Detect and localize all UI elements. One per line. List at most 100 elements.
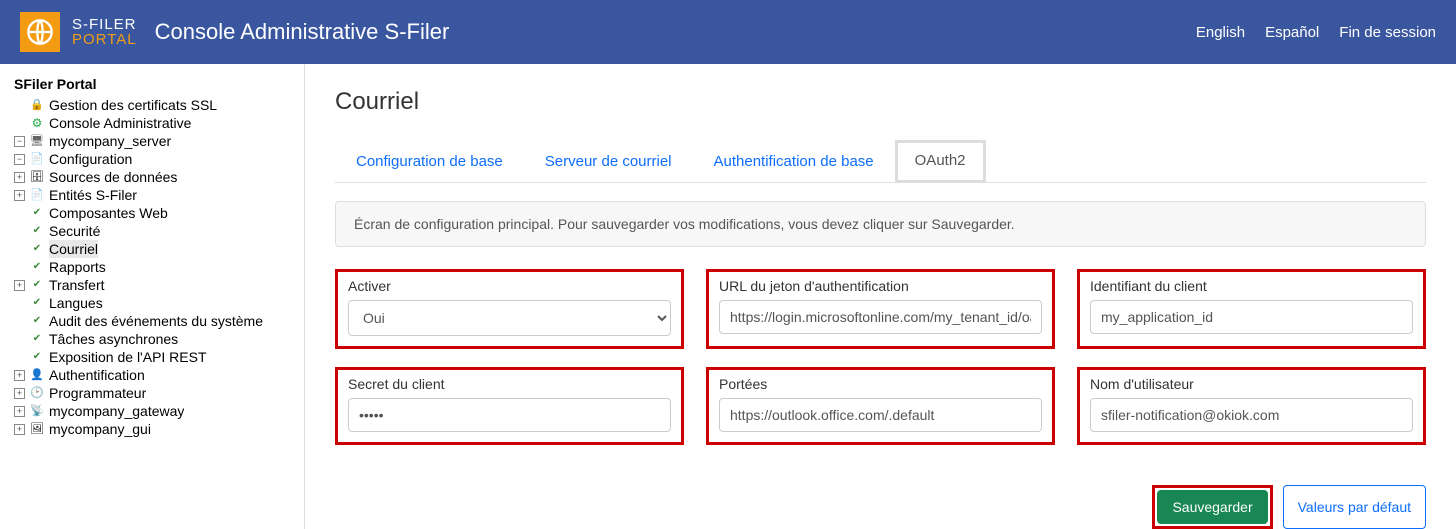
tree-item[interactable]: +mycompany_gateway [14,402,294,420]
tree-item[interactable]: −Configuration [14,150,294,168]
tree-item[interactable]: Securité [14,222,294,240]
check-icon [29,313,45,329]
tree-toggle-icon[interactable]: − [14,136,25,147]
tree-item-label: Composantes Web [49,204,168,222]
header-right: English Español Fin de session [1196,24,1436,41]
tree-item[interactable]: Gestion des certificats SSL [14,96,294,114]
save-highlight: Sauvegarder [1152,485,1272,529]
tree-toggle-icon [14,298,25,309]
logout-link[interactable]: Fin de session [1339,24,1436,41]
tree-item-label: Securité [49,222,100,240]
cert-icon [29,97,45,113]
form-actions: Sauvegarder Valeurs par défaut [335,485,1426,529]
tree-item-label: Tâches asynchrones [49,330,178,348]
defaults-button[interactable]: Valeurs par défaut [1283,485,1426,529]
tree-item[interactable]: −mycompany_server [14,132,294,150]
tree-toggle-icon[interactable]: − [14,154,25,165]
tree-item[interactable]: Exposition de l'API REST [14,348,294,366]
label-username: Nom d'utilisateur [1090,376,1413,392]
tree-toggle-icon [14,208,25,219]
lang-english-link[interactable]: English [1196,24,1245,41]
tree-toggle-icon [14,316,25,327]
app-logo-icon [20,12,60,52]
label-client-id: Identifiant du client [1090,278,1413,294]
lang-espanol-link[interactable]: Español [1265,24,1319,41]
tree-toggle-icon[interactable]: + [14,388,25,399]
tree-toggle-icon[interactable]: + [14,424,25,435]
tree-toggle-icon [14,262,25,273]
tree-item-label: Courriel [49,240,98,258]
tree-item-label: Sources de données [49,168,177,186]
db-icon [29,169,45,185]
tree-item-label: Console Administrative [49,114,191,132]
field-client-secret: Secret du client [335,367,684,445]
input-scopes[interactable] [719,398,1042,432]
tree-item[interactable]: Rapports [14,258,294,276]
input-client-id[interactable] [1090,300,1413,334]
field-enable: Activer Oui [335,269,684,349]
tree-item-label: Langues [49,294,103,312]
save-button[interactable]: Sauvegarder [1157,490,1267,524]
tree-toggle-icon[interactable]: + [14,406,25,417]
input-username[interactable] [1090,398,1413,432]
tree-item[interactable]: +Transfert [14,276,294,294]
tree-item[interactable]: Langues [14,294,294,312]
check-icon [29,295,45,311]
tree-toggle-icon [14,226,25,237]
ent-icon [29,187,45,203]
brand-line2: PORTAL [72,32,137,47]
tree-item[interactable]: + Authentification [14,366,294,384]
tree-toggle-icon[interactable]: + [14,280,25,291]
gateway-icon [29,403,45,419]
tree-item[interactable]: Audit des événements du système [14,312,294,330]
check-icon [29,277,45,293]
check-icon [29,331,45,347]
label-enable: Activer [348,278,671,294]
check-icon [29,259,45,275]
tree-toggle-icon [14,118,25,129]
tree-item[interactable]: Console Administrative [14,114,294,132]
tree-item-label: Gestion des certificats SSL [49,96,217,114]
tree-toggle-icon[interactable]: + [14,190,25,201]
tab-oauth2[interactable]: OAuth2 [895,140,986,183]
tree-toggle-icon [14,100,25,111]
tab-config-base[interactable]: Configuration de base [335,140,524,182]
tree-toggle-icon[interactable]: + [14,370,25,381]
label-client-secret: Secret du client [348,376,671,392]
server-icon [29,133,45,149]
tree-item[interactable]: +mycompany_gui [14,420,294,438]
tree-item[interactable]: + Sources de données [14,168,294,186]
gui-icon [29,421,45,437]
input-token-url[interactable] [719,300,1042,334]
tree-item[interactable]: + Entités S-Filer [14,186,294,204]
tree-item[interactable]: Courriel [14,240,294,258]
app-title: Console Administrative S-Filer [155,19,450,45]
tab-basic-auth[interactable]: Authentification de base [693,140,895,182]
tree-item-label: Programmateur [49,384,146,402]
page-title: Courriel [335,88,1426,116]
tree-item[interactable]: Tâches asynchrones [14,330,294,348]
tree-item-label: Exposition de l'API REST [49,348,207,366]
tree-toggle-icon [14,334,25,345]
input-client-secret[interactable] [348,398,671,432]
brand-text: S-FILER PORTAL [72,17,137,47]
tree-toggle-icon [14,352,25,363]
tree-toggle-icon[interactable]: + [14,172,25,183]
info-message: Écran de configuration principal. Pour s… [335,201,1426,247]
tree-root[interactable]: SFiler Portal [14,76,294,92]
tree-item[interactable]: Composantes Web [14,204,294,222]
select-enable[interactable]: Oui [348,300,671,336]
brand-line1: S-FILER [72,17,137,32]
tab-mail-server[interactable]: Serveur de courriel [524,140,693,182]
tree-item-label: Audit des événements du système [49,312,263,330]
clock-icon [29,385,45,401]
content-area: Courriel Configuration de base Serveur d… [305,64,1456,529]
tree-item-label: Entités S-Filer [49,186,137,204]
field-username: Nom d'utilisateur [1077,367,1426,445]
check-icon [29,241,45,257]
app-header: S-FILER PORTAL Console Administrative S-… [0,0,1456,64]
tree-item-label: Authentification [49,366,145,384]
user-icon [29,367,45,383]
field-token-url: URL du jeton d'authentification [706,269,1055,349]
tree-item[interactable]: + Programmateur [14,384,294,402]
